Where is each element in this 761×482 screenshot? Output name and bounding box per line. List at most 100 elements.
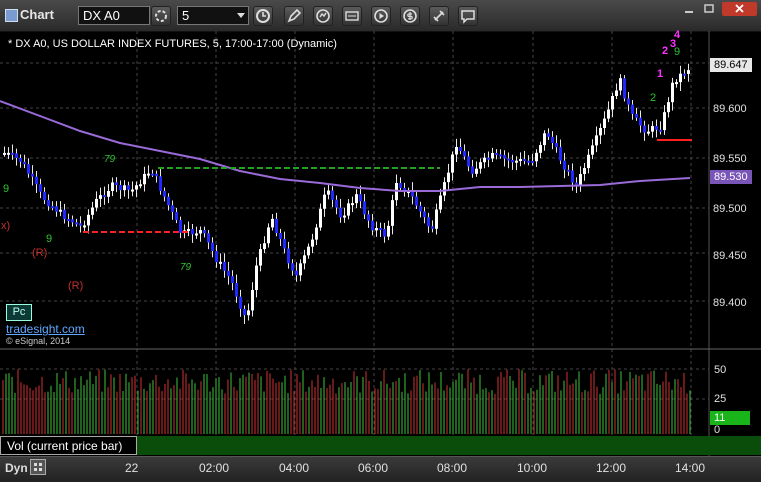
candle-body bbox=[163, 190, 166, 197]
candle-body bbox=[559, 147, 562, 161]
candle-body bbox=[179, 220, 182, 233]
watermark-site: tradesight.com bbox=[6, 322, 85, 336]
pencil-icon[interactable] bbox=[284, 6, 304, 26]
candle-body bbox=[203, 230, 206, 234]
candle-body bbox=[479, 162, 482, 169]
candle-body bbox=[123, 185, 126, 191]
candle-body bbox=[3, 152, 6, 155]
watermark-copyright: © eSignal, 2014 bbox=[6, 336, 71, 346]
grid-icon bbox=[34, 463, 42, 471]
candle-body bbox=[363, 201, 366, 215]
candle-body bbox=[415, 196, 418, 206]
link-icon[interactable] bbox=[429, 6, 449, 26]
pc-badge[interactable]: Pc bbox=[6, 304, 32, 321]
candle-body bbox=[567, 169, 570, 172]
candle-body bbox=[667, 102, 670, 113]
symbol-input[interactable]: DX A0 bbox=[78, 6, 150, 25]
sequence-marker: 2 bbox=[662, 45, 669, 57]
time-tick: 04:00 bbox=[279, 461, 310, 475]
refresh-icon[interactable] bbox=[313, 6, 333, 26]
candle-body bbox=[447, 172, 450, 183]
timeframe-icon[interactable] bbox=[342, 6, 362, 26]
pc-label: Pc bbox=[12, 306, 26, 318]
candle-body bbox=[571, 170, 574, 183]
candle-body bbox=[171, 205, 174, 213]
minimize-button[interactable] bbox=[682, 2, 696, 14]
time-tick: 02:00 bbox=[199, 461, 230, 475]
candle-body bbox=[687, 70, 690, 74]
candle-body bbox=[55, 206, 58, 212]
candle-body bbox=[235, 282, 238, 297]
candle-body bbox=[619, 78, 622, 91]
maximize-button[interactable] bbox=[702, 2, 716, 14]
candle-body bbox=[239, 296, 242, 309]
sequence-marker: x) bbox=[1, 220, 11, 232]
symbol-lookup-icon[interactable] bbox=[151, 6, 171, 26]
candle-body bbox=[227, 270, 230, 277]
candle-body bbox=[375, 228, 378, 231]
candle-body bbox=[7, 152, 10, 155]
interval-value: 5 bbox=[182, 8, 190, 23]
moving-average-tag: 89.530 bbox=[710, 170, 752, 184]
candle-body bbox=[563, 160, 566, 170]
candle-body bbox=[475, 168, 478, 174]
volume-axis-strip bbox=[709, 436, 761, 455]
candle-body bbox=[131, 189, 134, 192]
time-mode-button[interactable] bbox=[30, 459, 46, 475]
interval-select[interactable]: 5 bbox=[177, 6, 249, 25]
candle-body bbox=[639, 117, 642, 126]
candle-body bbox=[155, 173, 158, 177]
candle-body bbox=[275, 218, 278, 234]
candle-body bbox=[115, 182, 118, 185]
volume-panel-tab[interactable]: Vol (current price bar) bbox=[0, 436, 137, 455]
candle-body bbox=[83, 225, 86, 228]
candle-body bbox=[283, 239, 286, 249]
dynamic-mode-label[interactable]: Dyn bbox=[5, 461, 28, 475]
candle-body bbox=[579, 174, 582, 186]
play-icon[interactable] bbox=[371, 6, 391, 26]
candle-body bbox=[507, 158, 510, 161]
candle-body bbox=[427, 217, 430, 227]
candle-body bbox=[187, 229, 190, 232]
candle-body bbox=[27, 164, 30, 174]
candle-body bbox=[379, 228, 382, 231]
candle-body bbox=[499, 154, 502, 157]
candle-body bbox=[343, 215, 346, 218]
candle-body bbox=[439, 195, 442, 210]
candle-body bbox=[119, 184, 122, 191]
candle-body bbox=[503, 155, 506, 159]
price-chart[interactable] bbox=[0, 31, 761, 481]
clock-icon[interactable] bbox=[253, 6, 273, 26]
candle-body bbox=[71, 219, 74, 223]
candle-body bbox=[207, 233, 210, 243]
candle-body bbox=[287, 248, 290, 264]
candle-body bbox=[323, 194, 326, 209]
candle-body bbox=[543, 133, 546, 146]
candle-body bbox=[611, 95, 614, 110]
candle-body bbox=[663, 112, 666, 131]
close-button[interactable] bbox=[722, 2, 757, 16]
candle-body bbox=[223, 261, 226, 271]
price-tick-89500: 89.500 bbox=[713, 203, 747, 215]
candle-body bbox=[67, 219, 70, 222]
candle-body bbox=[591, 145, 594, 155]
candle-body bbox=[495, 152, 498, 155]
current-price-tag: 89.647 bbox=[710, 58, 752, 72]
candle-body bbox=[215, 251, 218, 263]
candle-body bbox=[107, 190, 110, 197]
candle-body bbox=[219, 261, 222, 264]
sequence-marker: 3 bbox=[670, 38, 677, 50]
candle-body bbox=[651, 126, 654, 132]
candle-body bbox=[195, 233, 198, 236]
candle-body bbox=[675, 82, 678, 85]
symbol-value: DX A0 bbox=[83, 8, 120, 23]
candle-body bbox=[643, 125, 646, 133]
dollar-icon[interactable] bbox=[400, 6, 420, 26]
candle-body bbox=[331, 190, 334, 200]
candle-body bbox=[471, 166, 474, 174]
comment-icon[interactable] bbox=[458, 6, 478, 26]
candle-body bbox=[39, 184, 42, 192]
candle-body bbox=[319, 208, 322, 228]
candle-body bbox=[587, 154, 590, 169]
window-title: Chart bbox=[20, 7, 54, 22]
